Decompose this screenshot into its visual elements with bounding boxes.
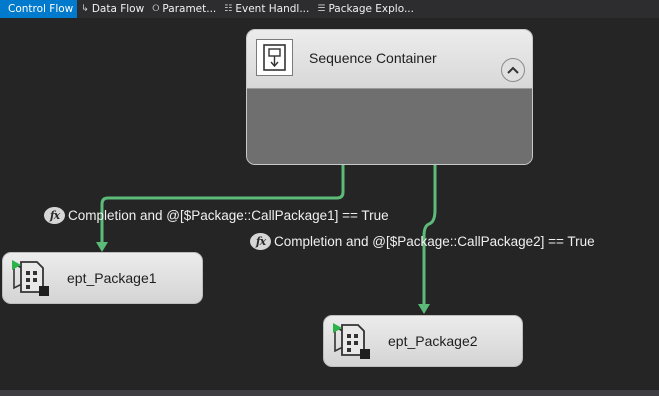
sequence-container[interactable]: Sequence Container bbox=[246, 29, 533, 165]
parameters-icon: ⭘ bbox=[152, 3, 160, 14]
tab-event-handlers[interactable]: ☷ Event Handl... bbox=[220, 0, 313, 18]
sequence-container-header[interactable]: Sequence Container bbox=[247, 30, 532, 89]
chevron-up-icon[interactable] bbox=[501, 58, 525, 82]
fx-expression-icon: fx bbox=[250, 233, 271, 250]
data-flow-icon: ↳ bbox=[81, 3, 89, 14]
tab-label: Paramet... bbox=[162, 3, 217, 15]
task-label: ept_Package2 bbox=[388, 333, 478, 349]
sequence-container-title: Sequence Container bbox=[309, 50, 437, 66]
tab-control-flow[interactable]: Control Flow bbox=[0, 0, 78, 18]
task-ept-package1[interactable]: ept_Package1 bbox=[2, 252, 203, 304]
bottom-scrollbar[interactable] bbox=[0, 390, 659, 396]
execute-package-task-icon bbox=[330, 321, 374, 363]
tab-label: Data Flow bbox=[91, 3, 145, 15]
sequence-container-icon bbox=[256, 39, 293, 76]
package-explorer-icon: ☰ bbox=[317, 3, 326, 14]
tab-label: Event Handl... bbox=[235, 3, 310, 15]
event-handlers-icon: ☷ bbox=[224, 3, 233, 14]
precedence-constraint-label-1[interactable]: fx Completion and @[$Package::CallPackag… bbox=[44, 207, 389, 224]
tab-label: Package Explo... bbox=[328, 3, 414, 15]
constraint-expression: Completion and @[$Package::CallPackage2]… bbox=[274, 234, 595, 249]
tab-data-flow[interactable]: ↳ Data Flow bbox=[77, 0, 148, 18]
tab-parameters[interactable]: ⭘ Paramet... bbox=[148, 0, 220, 18]
constraint-expression: Completion and @[$Package::CallPackage1]… bbox=[68, 208, 389, 223]
precedence-constraint-label-2[interactable]: fx Completion and @[$Package::CallPackag… bbox=[250, 233, 595, 250]
designer-tab-bar: Control Flow ↳ Data Flow ⭘ Paramet... ☷ … bbox=[0, 0, 659, 18]
sequence-container-body[interactable] bbox=[247, 89, 532, 164]
tab-package-explorer[interactable]: ☰ Package Explo... bbox=[313, 0, 418, 18]
task-label: ept_Package1 bbox=[67, 270, 157, 286]
fx-expression-icon: fx bbox=[44, 207, 65, 224]
tab-label: Control Flow bbox=[8, 3, 74, 15]
execute-package-task-icon bbox=[9, 258, 53, 300]
task-ept-package2[interactable]: ept_Package2 bbox=[323, 315, 523, 367]
